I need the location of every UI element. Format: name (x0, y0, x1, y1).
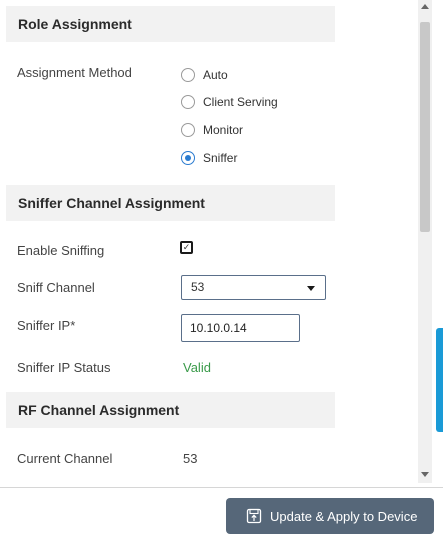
footer-bar: Update & Apply to Device (0, 487, 443, 541)
radio-circle[interactable] (181, 68, 195, 82)
update-apply-button[interactable]: Update & Apply to Device (226, 498, 434, 534)
radio-label: Client Serving (203, 95, 278, 109)
enable-sniffing-checkbox[interactable]: ✓ (180, 241, 193, 254)
scroll-up-icon[interactable] (421, 4, 429, 9)
sniffer-channel-header: Sniffer Channel Assignment (6, 185, 335, 221)
update-apply-label: Update & Apply to Device (270, 508, 418, 524)
rf-channel-header: RF Channel Assignment (6, 392, 335, 428)
sniff-channel-label: Sniff Channel (17, 280, 95, 295)
current-channel-value: 53 (183, 451, 198, 466)
role-assignment-header: Role Assignment (6, 6, 335, 42)
side-tab[interactable] (436, 328, 443, 432)
ap-configuration-panel: Role Assignment Assignment Method Auto C… (0, 0, 443, 541)
sniffer-ip-label: Sniffer IP* (17, 318, 76, 333)
scroll-down-icon[interactable] (421, 472, 429, 477)
radio-label: Auto (203, 68, 228, 82)
scrollbar-thumb[interactable] (420, 22, 430, 232)
vertical-scrollbar[interactable] (418, 0, 432, 483)
radio-sniffer[interactable]: Sniffer (181, 151, 237, 165)
radio-label: Monitor (203, 123, 244, 137)
save-upload-icon (246, 508, 262, 524)
sniff-channel-value: 53 (191, 280, 205, 294)
sniffer-ip-status-label: Sniffer IP Status (17, 360, 111, 375)
radio-monitor[interactable]: Monitor (181, 123, 243, 137)
sniff-channel-select[interactable]: 53 (181, 275, 326, 300)
assignment-method-label: Assignment Method (17, 65, 132, 80)
radio-label: Sniffer (203, 151, 238, 165)
radio-circle[interactable] (181, 95, 195, 109)
radio-auto[interactable]: Auto (181, 68, 228, 82)
sniffer-ip-input[interactable]: 10.10.0.14 (181, 314, 300, 342)
enable-sniffing-label: Enable Sniffing (17, 243, 105, 258)
radio-client-serving[interactable]: Client Serving (181, 95, 278, 109)
sniffer-ip-status-value: Valid (183, 360, 211, 375)
radio-circle[interactable] (181, 123, 195, 137)
chevron-down-icon (307, 286, 315, 291)
current-channel-label: Current Channel (17, 451, 113, 466)
radio-circle-selected[interactable] (181, 151, 195, 165)
